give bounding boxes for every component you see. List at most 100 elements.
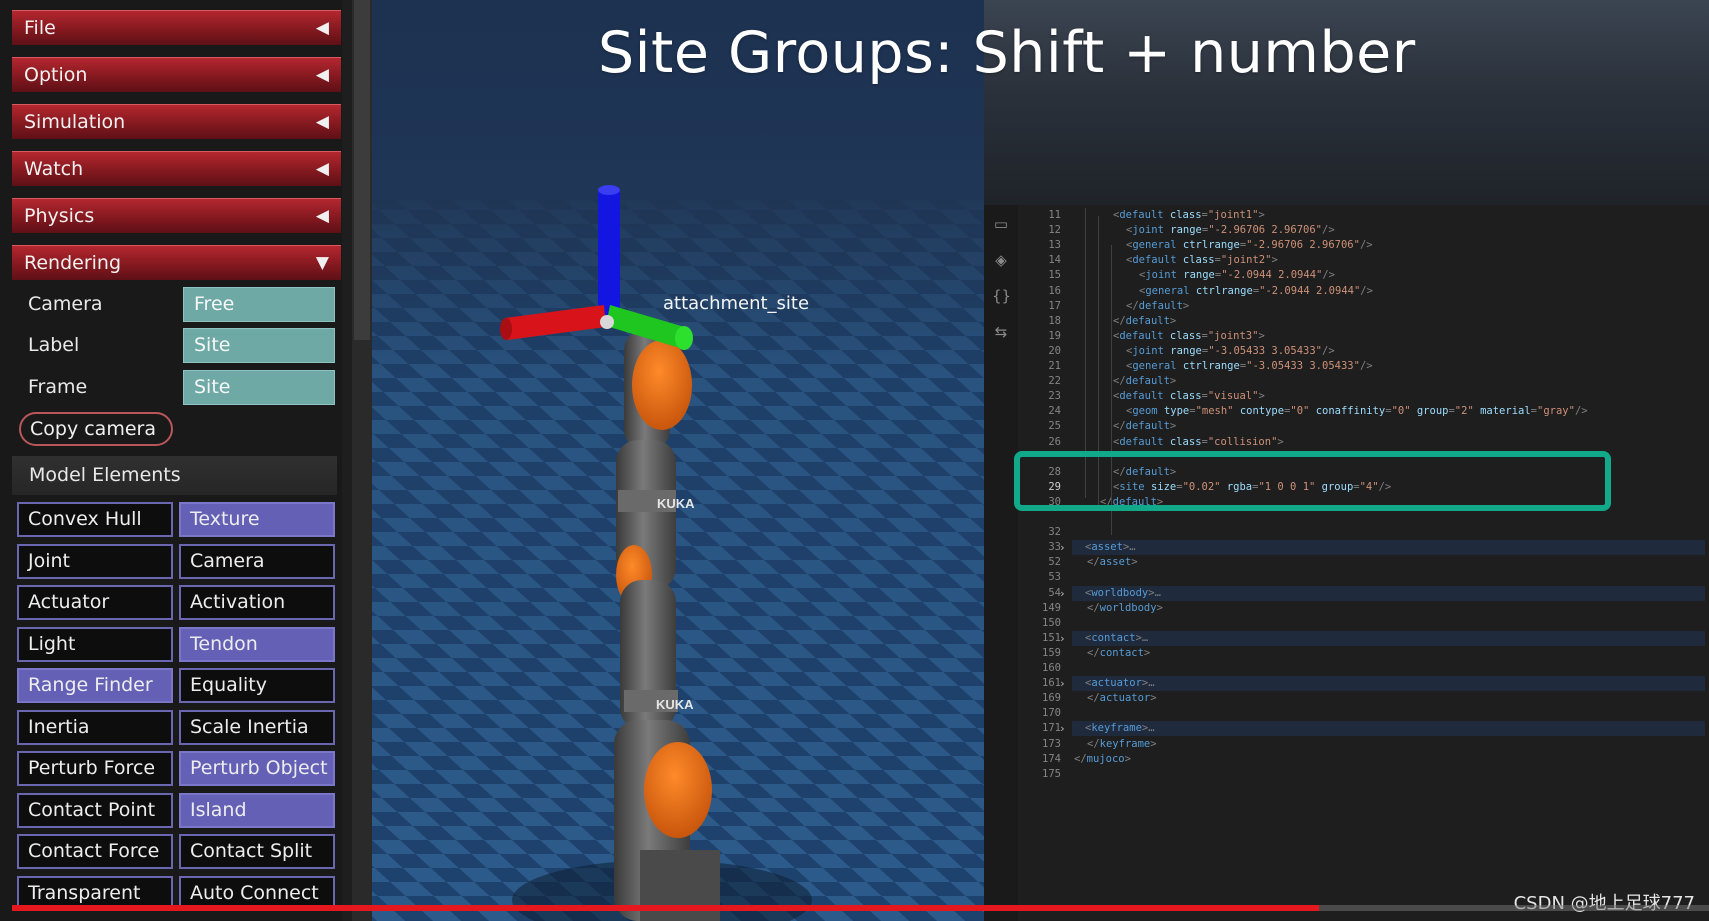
toggle-inertia[interactable]: Inertia xyxy=(17,709,173,745)
code-line[interactable]: <general ctrlrange="-2.0944 2.0944"/> xyxy=(1074,284,1373,299)
code-token: geom xyxy=(1132,405,1158,418)
code-line[interactable] xyxy=(1074,525,1087,540)
toggle-contact-force[interactable]: Contact Force xyxy=(17,834,173,869)
section-simulation[interactable]: Simulation ◀ xyxy=(12,104,341,139)
code-line[interactable]: <default class="collision"> xyxy=(1074,435,1284,450)
docker-icon[interactable]: ◈ xyxy=(992,251,1010,269)
toggle-island[interactable]: Island xyxy=(179,792,335,828)
code-token: </ xyxy=(1126,299,1139,312)
code-line[interactable] xyxy=(1074,706,1087,721)
code-line[interactable]: </default> xyxy=(1074,314,1176,329)
video-progress-bar[interactable] xyxy=(12,905,1319,911)
toggle-range-finder[interactable]: Range Finder xyxy=(17,668,173,703)
code-line[interactable]: <default class="joint1"> xyxy=(1074,208,1265,223)
line-number: 175 xyxy=(1042,767,1061,780)
copy-camera-button[interactable]: Copy camera xyxy=(19,412,173,446)
code-line[interactable] xyxy=(1074,616,1087,631)
toggle-camera[interactable]: Camera xyxy=(179,543,335,579)
code-line[interactable] xyxy=(1074,570,1087,585)
section-physics[interactable]: Physics ◀ xyxy=(12,198,341,233)
code-line[interactable]: <general ctrlrange="-3.05433 3.05433"/> xyxy=(1074,359,1373,374)
remote-icon[interactable]: ▭ xyxy=(992,215,1010,233)
code-token: "-2.96706 2.96706" xyxy=(1208,224,1322,237)
toggle-scale-inertia[interactable]: Scale Inertia xyxy=(179,709,335,745)
code-line[interactable]: </keyframe> xyxy=(1074,737,1157,752)
panel-scrollbar[interactable] xyxy=(352,0,372,921)
code-line[interactable]: </mujoco> xyxy=(1074,752,1131,767)
code-line[interactable]: </default> xyxy=(1074,374,1176,389)
share-icon[interactable]: ⇆ xyxy=(992,323,1010,341)
code-line[interactable]: </asset> xyxy=(1074,555,1138,570)
line-number: 150 xyxy=(1042,616,1061,629)
code-line[interactable]: <joint range="-2.0944 2.0944"/> xyxy=(1074,268,1335,283)
code-token: > xyxy=(1258,209,1265,221)
toggle-light[interactable]: Light xyxy=(17,626,173,662)
toggle-convex-hull[interactable]: Convex Hull xyxy=(17,502,173,537)
fold-chevron-icon[interactable]: › xyxy=(1059,540,1066,555)
code-line[interactable]: <joint range="-2.96706 2.96706"/> xyxy=(1074,223,1335,238)
line-number: 16 xyxy=(1048,284,1061,297)
label-select[interactable]: Site xyxy=(183,328,335,363)
code-line[interactable]: <general ctrlrange="-2.96706 2.96706"/> xyxy=(1074,238,1373,253)
line-number: 21 xyxy=(1048,360,1061,372)
model-elements-header[interactable]: Model Elements xyxy=(12,456,337,495)
section-label: Option xyxy=(24,64,88,86)
code-token: default xyxy=(1119,390,1164,403)
code-token: joint xyxy=(1132,224,1164,237)
code-line[interactable]: <geom type="mesh" contype="0" conaffinit… xyxy=(1074,404,1588,419)
section-file[interactable]: File ◀ xyxy=(12,10,341,45)
scene-canvas: KUKA KUKA xyxy=(372,0,984,921)
toggle-joint[interactable]: Joint xyxy=(17,543,173,579)
fold-chevron-icon[interactable]: › xyxy=(1059,586,1066,601)
section-watch[interactable]: Watch ◀ xyxy=(12,151,341,186)
json-icon[interactable]: {} xyxy=(992,287,1011,305)
code-line[interactable]: </worldbody> xyxy=(1074,601,1163,616)
code-token: class xyxy=(1163,209,1202,221)
section-option[interactable]: Option ◀ xyxy=(12,57,341,92)
code-line[interactable]: </default> xyxy=(1074,419,1176,434)
code-token: "collision" xyxy=(1207,435,1278,448)
code-token: > xyxy=(1131,556,1138,569)
3d-viewport[interactable]: KUKA KUKA xyxy=(372,0,984,921)
code-line[interactable]: <contact>… xyxy=(1072,630,1705,646)
toggle-perturb-object[interactable]: Perturb Object xyxy=(179,751,335,786)
toggle-texture[interactable]: Texture xyxy=(179,502,335,537)
camera-select[interactable]: Free xyxy=(183,287,335,322)
code-line[interactable]: </default> xyxy=(1074,299,1189,314)
code-line[interactable]: <worldbody>… xyxy=(1072,585,1705,601)
code-token: default xyxy=(1125,375,1170,388)
toggle-tendon[interactable]: Tendon xyxy=(179,626,335,662)
code-token: ctrlrange xyxy=(1176,360,1240,372)
line-number: 33 xyxy=(1048,541,1061,554)
code-line[interactable]: </contact> xyxy=(1074,646,1150,661)
toggle-activation[interactable]: Activation xyxy=(179,585,335,620)
code-token: contact xyxy=(1091,631,1136,644)
toggle-contact-split[interactable]: Contact Split xyxy=(179,834,335,869)
section-rendering[interactable]: Rendering ▼ xyxy=(12,245,341,280)
code-line[interactable]: <default class="joint2"> xyxy=(1074,253,1278,268)
fold-chevron-icon[interactable]: › xyxy=(1059,631,1066,646)
frame-select[interactable]: Site xyxy=(183,370,335,405)
code-line[interactable]: </actuator> xyxy=(1074,691,1157,706)
code-token: group xyxy=(1410,405,1449,418)
code-token: type xyxy=(1157,405,1190,418)
line-number: 32 xyxy=(1048,526,1061,539)
code-line[interactable]: <asset>… xyxy=(1072,540,1705,556)
code-line[interactable] xyxy=(1074,661,1087,676)
fold-chevron-icon[interactable]: › xyxy=(1059,676,1066,691)
toggle-contact-point[interactable]: Contact Point xyxy=(17,792,173,828)
code-line[interactable]: <joint range="-3.05433 3.05433"/> xyxy=(1074,344,1335,359)
code-line[interactable]: <default class="visual"> xyxy=(1074,389,1265,404)
toggle-perturb-force[interactable]: Perturb Force xyxy=(17,751,173,786)
code-line[interactable]: <keyframe>… xyxy=(1072,721,1705,737)
toggle-equality[interactable]: Equality xyxy=(179,668,335,703)
code-line[interactable]: <default class="joint3"> xyxy=(1074,329,1265,344)
code-line[interactable]: <actuator>… xyxy=(1072,676,1705,692)
code-token: "mesh" xyxy=(1195,405,1234,418)
scrollbar-thumb[interactable] xyxy=(354,0,370,340)
toggle-actuator[interactable]: Actuator xyxy=(17,585,173,620)
fold-chevron-icon[interactable]: › xyxy=(1059,721,1066,736)
code-token: class xyxy=(1163,329,1202,342)
code-token: keyframe xyxy=(1091,722,1142,735)
collapsed-arrow-icon: ◀ xyxy=(315,65,329,85)
